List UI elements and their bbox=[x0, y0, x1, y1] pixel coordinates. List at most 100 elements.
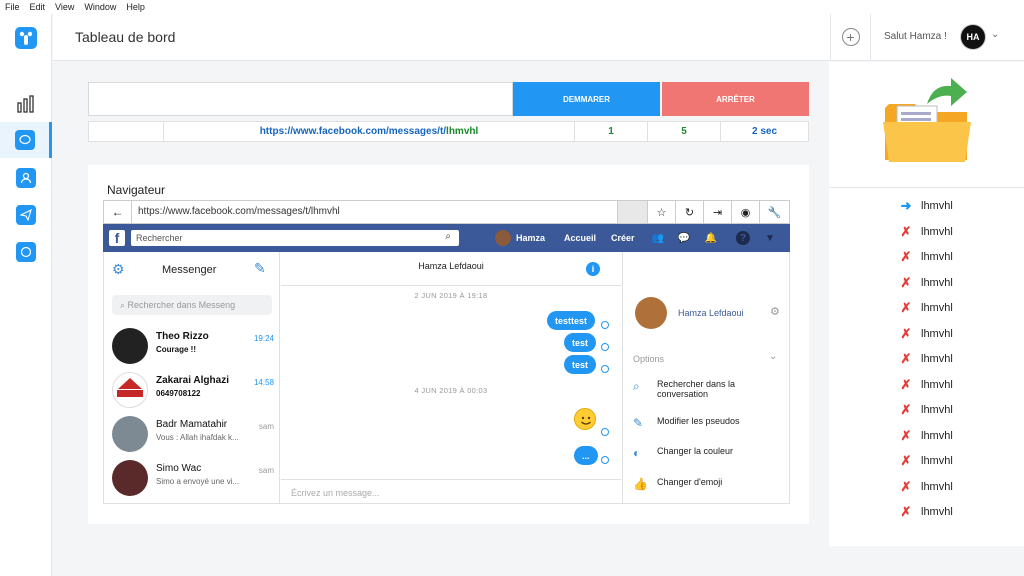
login-icon[interactable]: ⇥ bbox=[703, 201, 731, 223]
target-item[interactable]: ✗ lhmvhl bbox=[899, 349, 1019, 369]
app-logo-icon bbox=[15, 27, 37, 49]
help-icon[interactable]: ? bbox=[736, 231, 750, 245]
seen-check-icon bbox=[601, 343, 609, 351]
settings-gear-icon[interactable]: ⚙ bbox=[770, 305, 780, 318]
avatar[interactable]: HA bbox=[961, 25, 985, 49]
sidebar-item-messages[interactable] bbox=[0, 122, 52, 158]
message-input[interactable]: Écrivez un message... bbox=[281, 479, 621, 504]
user-menu[interactable]: Salut Hamza ! HA ⌄ bbox=[870, 14, 1024, 60]
menu-file[interactable]: File bbox=[5, 2, 20, 12]
message-bubble[interactable]: testtest bbox=[547, 311, 596, 330]
star-icon[interactable]: ☆ bbox=[647, 201, 675, 223]
target-item[interactable]: ✗ lhmvhl bbox=[899, 324, 1019, 344]
stats-row: https://www.facebook.com/messages/t/lhmv… bbox=[88, 121, 809, 142]
close-x-icon: ✗ bbox=[900, 479, 912, 494]
contact-avatar bbox=[635, 297, 667, 329]
message-bubble[interactable]: test bbox=[564, 355, 597, 374]
browser-toolbar: ← https://www.facebook.com/messages/t/lh… bbox=[103, 200, 790, 224]
caret-down-icon[interactable]: ▼ bbox=[763, 231, 777, 245]
wrench-icon[interactable]: 🔧 bbox=[759, 201, 789, 223]
search-icon: ⌕ bbox=[633, 379, 640, 393]
target-item[interactable]: ✗ lhmvhl bbox=[899, 477, 1019, 497]
message-bubble[interactable]: test bbox=[564, 333, 597, 352]
close-x-icon: ✗ bbox=[900, 428, 912, 443]
close-x-icon: ✗ bbox=[900, 326, 912, 341]
close-x-icon: ✗ bbox=[900, 377, 912, 392]
stats-cell-empty bbox=[89, 122, 164, 141]
facebook-user-avatar[interactable] bbox=[495, 230, 511, 246]
action-change-color[interactable]: ◐ Changer la couleur bbox=[633, 446, 783, 460]
target-item[interactable]: ✗ lhmvhl bbox=[899, 375, 1019, 395]
sidebar-item-messenger[interactable] bbox=[0, 234, 52, 270]
smiley-emoji-icon[interactable] bbox=[574, 408, 596, 430]
conversation-item[interactable]: Badr Mamatahir Vous : Allah ihafdak k...… bbox=[112, 414, 274, 454]
conversation-list: ⚙ Messenger ✎ ⌕ Rechercher dans Messeng … bbox=[104, 252, 280, 504]
info-icon[interactable]: i bbox=[586, 262, 600, 276]
close-x-icon: ✗ bbox=[900, 402, 912, 417]
messenger-icon[interactable]: 💬 bbox=[677, 231, 691, 245]
target-item[interactable]: ✗ lhmvhl bbox=[899, 502, 1019, 522]
target-item[interactable]: ✗ lhmvhl bbox=[899, 273, 1019, 293]
compose-icon[interactable]: ✎ bbox=[254, 260, 266, 277]
back-arrow-icon[interactable]: ← bbox=[104, 201, 132, 223]
sidebar-item-stats[interactable] bbox=[0, 86, 52, 122]
target-item[interactable]: ✗ lhmvhl bbox=[899, 298, 1019, 318]
search-icon[interactable]: ⌕ bbox=[445, 231, 451, 242]
conversation-item[interactable]: Theo Rizzo Courage !! 19:24 bbox=[112, 326, 274, 366]
friends-icon[interactable]: 👥 bbox=[651, 231, 665, 245]
facebook-create-link[interactable]: Créer bbox=[611, 233, 635, 243]
chat-area: Hamza Lefdaoui 2 JUN 2019 À 19:18 testte… bbox=[281, 252, 621, 504]
browser-url[interactable]: https://www.facebook.com/messages/t/lhmv… bbox=[138, 206, 340, 217]
target-item[interactable]: ✗ lhmvhl bbox=[899, 247, 1019, 267]
bell-icon[interactable]: 🔔 bbox=[704, 231, 718, 245]
control-bar: DEMMARER ARRÊTER bbox=[88, 82, 809, 116]
target-item[interactable]: ✗ lhmvhl bbox=[899, 222, 1019, 242]
conversation-item[interactable]: Zakarai Alghazi 0649708122 14:58 bbox=[112, 370, 274, 410]
menu-view[interactable]: View bbox=[55, 2, 74, 12]
target-item[interactable]: ✗ lhmvhl bbox=[899, 400, 1019, 420]
avatar bbox=[112, 416, 148, 452]
seen-check-icon bbox=[601, 428, 609, 436]
facebook-logo-icon[interactable]: f bbox=[109, 230, 125, 246]
action-edit-nicknames[interactable]: ✎ Modifier les pseudos bbox=[633, 416, 783, 430]
contact-name[interactable]: Hamza Lefdaoui bbox=[678, 308, 744, 318]
conversation-item[interactable]: Simo Wac Simo a envoyé une vi... sam bbox=[112, 458, 274, 498]
message-bubble[interactable]: ... bbox=[574, 446, 598, 465]
menu-window[interactable]: Window bbox=[84, 2, 116, 12]
action-search-conversation[interactable]: ⌕ Rechercher dans la conversation bbox=[633, 379, 783, 399]
seen-check-icon bbox=[601, 456, 609, 464]
menu-edit[interactable]: Edit bbox=[30, 2, 46, 12]
user-icon bbox=[16, 168, 36, 188]
facebook-home-link[interactable]: Accueil bbox=[564, 233, 596, 243]
menu-help[interactable]: Help bbox=[126, 2, 145, 12]
date-separator: 2 JUN 2019 À 19:18 bbox=[414, 291, 488, 300]
header: Tableau de bord + Salut Hamza ! HA ⌄ bbox=[53, 14, 1024, 61]
pencil-icon: ✎ bbox=[633, 416, 644, 430]
close-x-icon: ✗ bbox=[900, 504, 912, 519]
messenger-search-input[interactable]: ⌕ Rechercher dans Messeng bbox=[112, 295, 272, 315]
sidebar-item-contacts[interactable] bbox=[0, 160, 52, 196]
action-change-emoji[interactable]: 👍 Changer d'emoji bbox=[633, 477, 783, 491]
close-x-icon: ✗ bbox=[900, 300, 912, 315]
ensias-logo bbox=[112, 372, 148, 408]
options-label: Options bbox=[633, 354, 665, 364]
target-item-current[interactable]: ➜ lhmvhl bbox=[899, 196, 1019, 216]
chevron-down-icon[interactable]: ⌄ bbox=[769, 351, 777, 362]
close-x-icon: ✗ bbox=[900, 453, 912, 468]
settings-gear-icon[interactable]: ⚙ bbox=[112, 261, 125, 278]
sidebar-item-send[interactable] bbox=[0, 197, 52, 233]
target-item[interactable]: ✗ lhmvhl bbox=[899, 451, 1019, 471]
start-button[interactable]: DEMMARER bbox=[513, 82, 660, 116]
palette-icon: ◐ bbox=[633, 446, 641, 460]
facebook-search-input[interactable]: Rechercher ⌕ bbox=[131, 230, 459, 246]
stop-button[interactable]: ARRÊTER bbox=[662, 82, 809, 116]
facebook-user-name[interactable]: Hamza bbox=[516, 233, 545, 243]
target-url-input[interactable] bbox=[88, 82, 513, 116]
messenger-window: ⚙ Messenger ✎ ⌕ Rechercher dans Messeng … bbox=[103, 252, 790, 504]
refresh-icon[interactable]: ↻ bbox=[675, 201, 703, 223]
add-button[interactable]: + bbox=[830, 14, 870, 60]
target-item[interactable]: ✗ lhmvhl bbox=[899, 426, 1019, 446]
chevron-down-icon[interactable]: ⌄ bbox=[991, 29, 999, 40]
folder-export-icon[interactable] bbox=[881, 74, 973, 166]
eye-icon[interactable]: ◉ bbox=[731, 201, 759, 223]
